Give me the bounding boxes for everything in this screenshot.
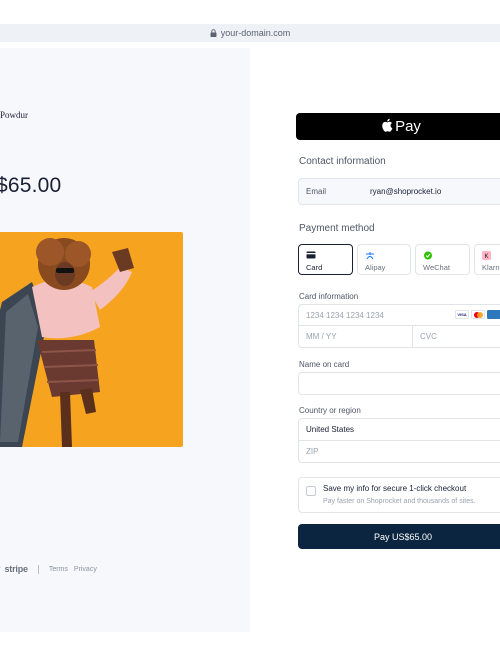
cvc-input[interactable]: CVC (412, 325, 500, 348)
save-info-box: Save my info for secure 1-click checkout… (298, 477, 500, 513)
mastercard-icon (471, 310, 485, 319)
name-on-card-label: Name on card (299, 360, 350, 369)
klarna-icon: K (482, 251, 492, 260)
card-info-label: Card information (299, 292, 359, 301)
card-brands: VISA (455, 310, 500, 319)
cvc-placeholder: CVC (420, 332, 437, 341)
payment-method-klarna[interactable]: K Klarn (474, 244, 500, 275)
card-icon (306, 251, 316, 260)
visa-icon: VISA (455, 310, 469, 319)
expiry-placeholder: MM / YY (306, 332, 337, 341)
product-price: $65.00 (0, 174, 62, 197)
save-info-title: Save my info for secure 1-click checkout (323, 484, 467, 493)
wechat-icon (423, 251, 433, 260)
payment-method-alipay[interactable]: Alipay (357, 244, 411, 275)
privacy-link[interactable]: Privacy (74, 566, 97, 573)
powered-by-text: y (0, 566, 1, 573)
apple-pay-button[interactable]: Pay (296, 113, 500, 140)
email-field[interactable]: Email ryan@shoprocket.io (298, 178, 500, 205)
email-label: Email (306, 187, 327, 196)
save-info-subtitle: Pay faster on Shoprocket and thousands o… (323, 498, 476, 505)
payment-method-title: Payment method (299, 223, 375, 234)
terms-link[interactable]: Terms (49, 566, 68, 573)
apple-icon (381, 118, 393, 136)
payment-method-label: WeChat (423, 263, 450, 272)
svg-text:K: K (485, 254, 489, 260)
name-on-card-input[interactable] (298, 372, 500, 395)
country-label: Country or region (299, 406, 361, 415)
expiry-input[interactable]: MM / YY (298, 325, 413, 348)
zip-placeholder: ZIP (306, 447, 319, 456)
payment-method-label: Klarn (482, 263, 500, 272)
country-select[interactable]: United States (298, 418, 500, 441)
save-info-checkbox[interactable] (306, 486, 316, 496)
stripe-logo[interactable]: stripe (5, 564, 29, 574)
payment-method-label: Alipay (365, 263, 386, 272)
footer: y stripe Terms Privacy (0, 564, 103, 574)
apple-pay-label: Pay (395, 118, 421, 135)
lock-icon (210, 29, 217, 37)
payment-method-wechat[interactable]: WeChat (415, 244, 470, 275)
merchant-name: Powdur (0, 110, 29, 120)
contact-title: Contact information (299, 156, 386, 167)
amex-icon (487, 310, 500, 319)
url-text: your-domain.com (220, 28, 291, 38)
zip-input[interactable]: ZIP (298, 440, 500, 463)
payment-method-card[interactable]: Card (298, 244, 353, 275)
footer-divider (37, 564, 39, 574)
alipay-icon (365, 251, 375, 260)
email-value: ryan@shoprocket.io (370, 187, 442, 196)
country-value: United States (306, 425, 355, 434)
payment-method-label: Card (306, 263, 323, 272)
product-image (0, 232, 183, 447)
pay-button[interactable]: Pay US$65.00 (298, 524, 500, 549)
url-bar[interactable]: your-domain.com (0, 24, 500, 42)
card-number-placeholder: 1234 1234 1234 1234 (306, 310, 384, 320)
